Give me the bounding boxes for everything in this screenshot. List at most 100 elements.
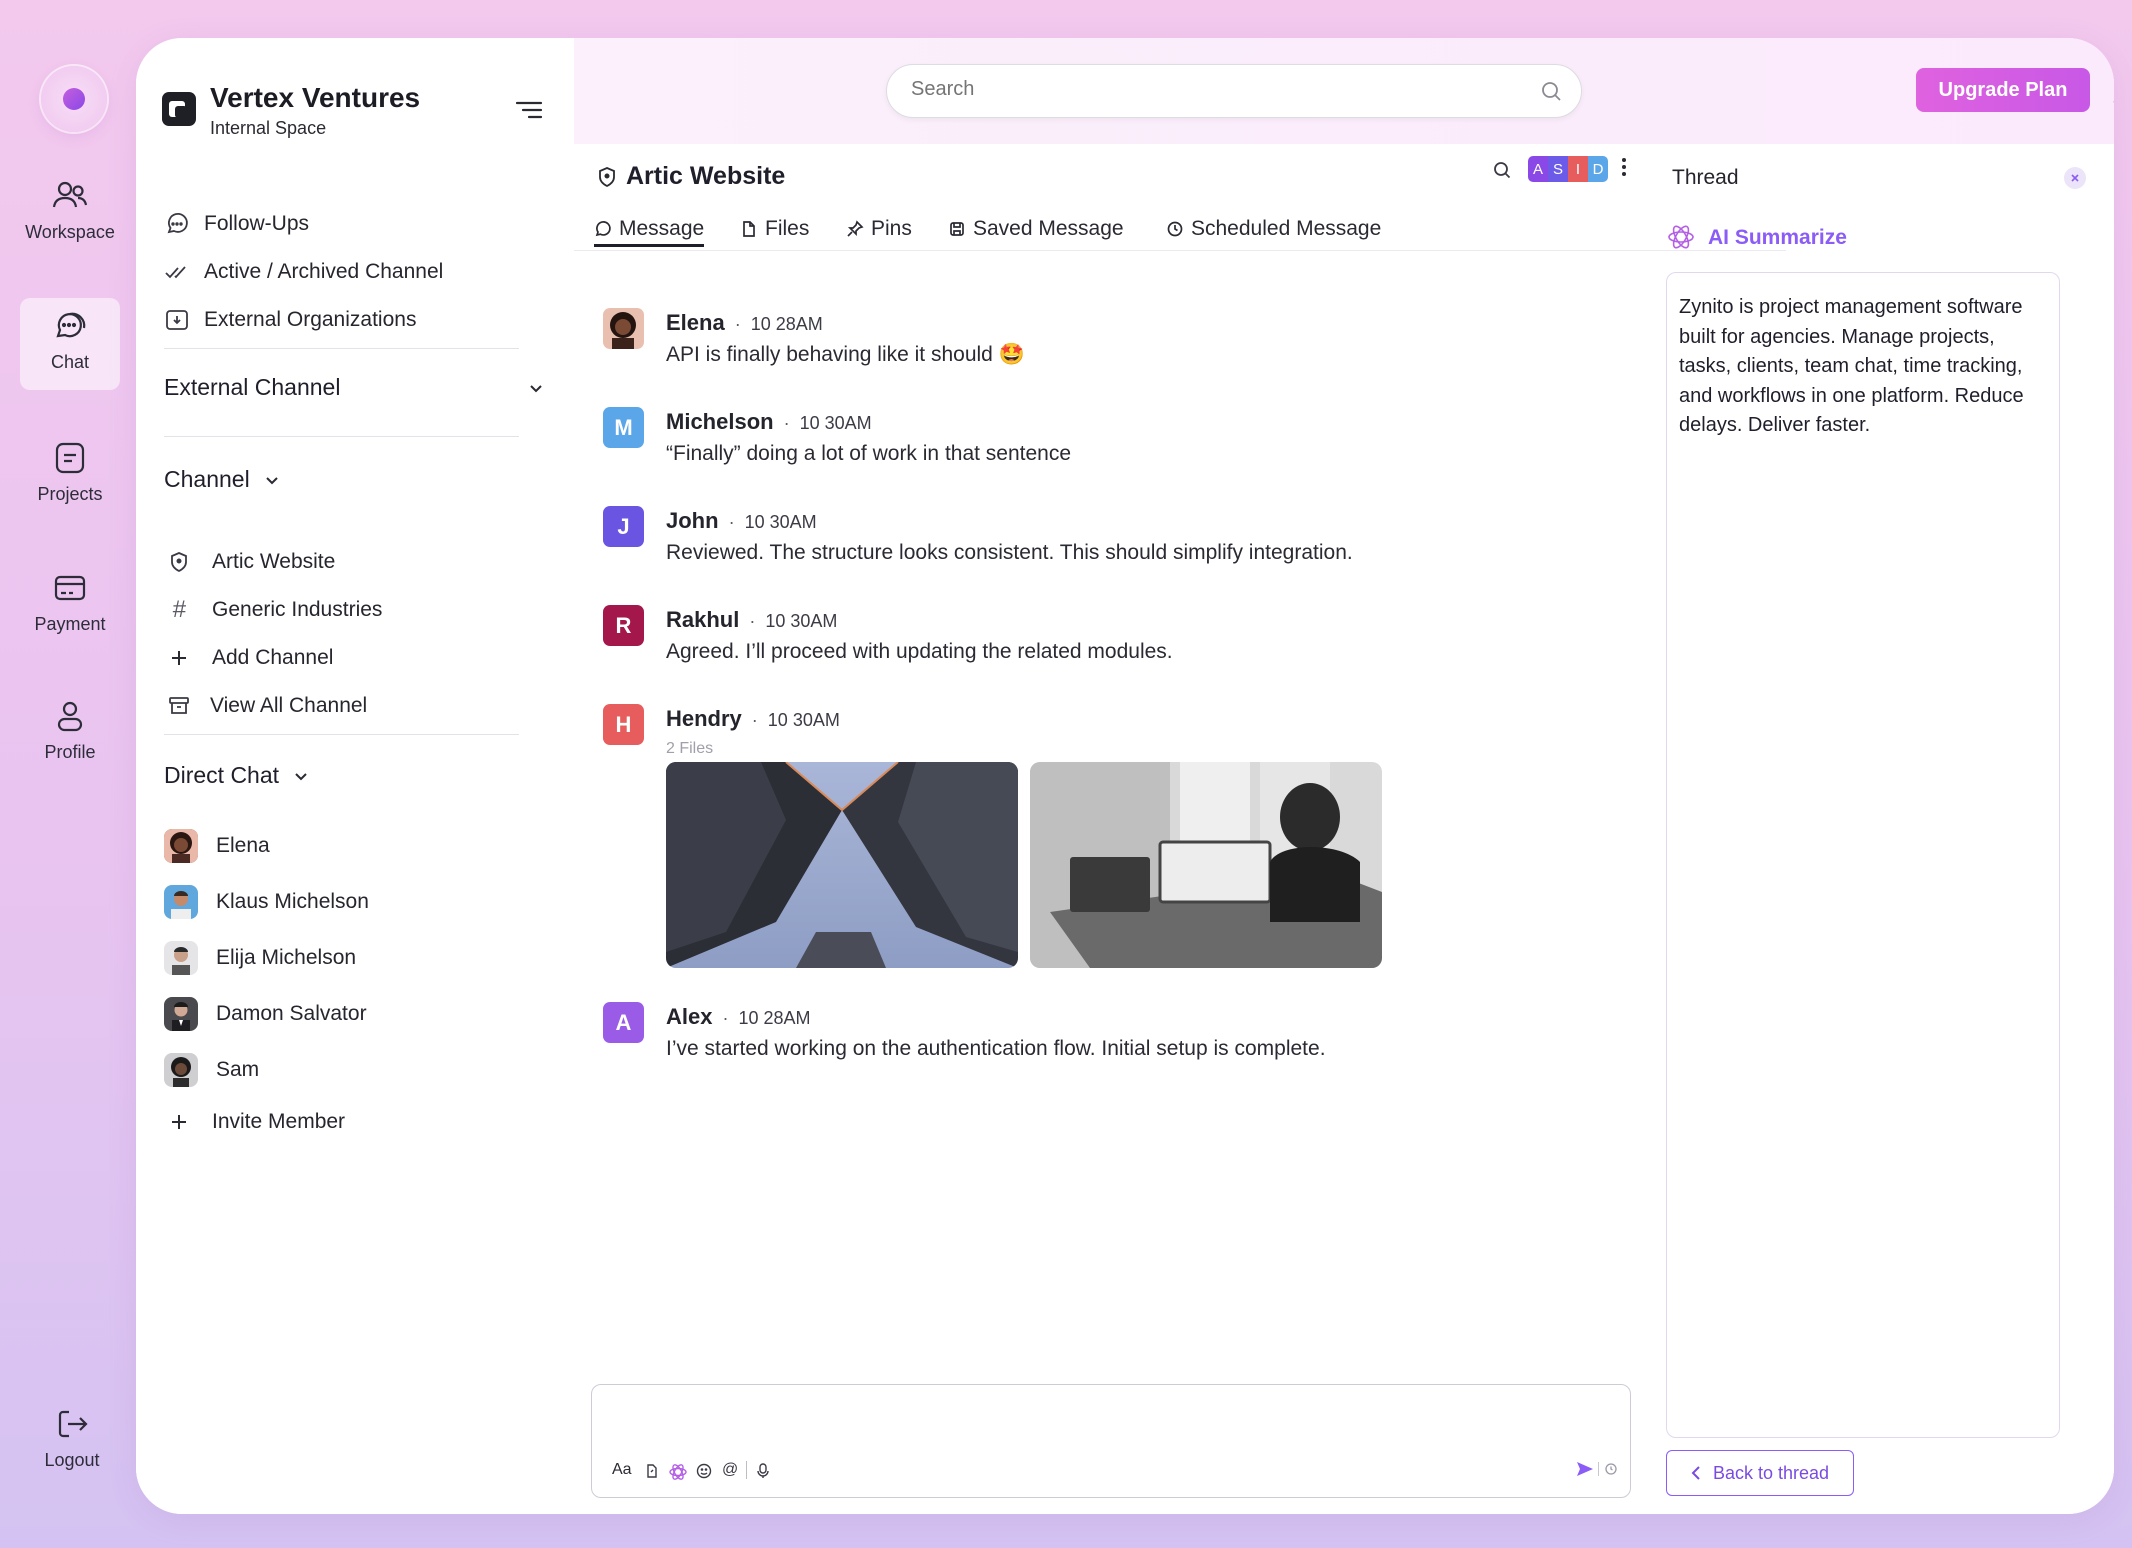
rail-label: Projects <box>37 484 103 504</box>
attachment-image-office[interactable] <box>1030 762 1382 968</box>
divider <box>746 1461 747 1479</box>
dm-damon-salvator[interactable]: Damon Salvator <box>164 994 367 1034</box>
rail-projects[interactable]: Projects <box>20 430 120 522</box>
channel-label: Add Channel <box>212 646 334 669</box>
search-input[interactable] <box>909 77 1513 102</box>
search-icon[interactable] <box>1539 79 1563 103</box>
avatar <box>603 308 644 349</box>
bell-icon[interactable] <box>2110 70 2114 110</box>
dm-klaus-michelson[interactable]: Klaus Michelson <box>164 882 369 922</box>
search-bar[interactable] <box>886 64 1582 118</box>
mention-icon[interactable]: @ <box>722 1461 738 1479</box>
emoji-icon[interactable] <box>696 1463 712 1479</box>
rail-workspace[interactable]: Workspace <box>20 168 120 260</box>
channel-header[interactable]: Channel <box>164 466 282 493</box>
sidebar-item-follow-ups[interactable]: Follow-Ups <box>164 204 309 244</box>
add-channel-button[interactable]: Add Channel <box>166 638 333 678</box>
rail-profile[interactable]: Profile <box>20 688 120 780</box>
chat-icon <box>50 306 90 346</box>
main-card: Vertex Ventures Internal Space Follow-Up… <box>136 38 2114 1514</box>
invite-member-button[interactable]: Invite Member <box>166 1102 345 1142</box>
back-to-thread-button[interactable]: Back to thread <box>1666 1450 1854 1496</box>
channel-generic-industries[interactable]: # Generic Industries <box>166 590 382 630</box>
dm-elena[interactable]: Elena <box>164 826 270 866</box>
microphone-icon[interactable] <box>756 1463 770 1479</box>
avatar <box>164 885 198 919</box>
file-icon <box>740 220 758 238</box>
ai-icon[interactable] <box>668 1462 688 1482</box>
chevron-down-icon <box>262 470 282 490</box>
separator-dot: · <box>749 611 756 631</box>
avatar: H <box>603 704 644 745</box>
rail-payment[interactable]: Payment <box>20 560 120 652</box>
timestamp: 10 28AM <box>750 314 823 334</box>
tab-label: Files <box>765 217 810 240</box>
schedule-icon[interactable] <box>1604 1461 1618 1477</box>
pin-icon <box>846 220 864 238</box>
dm-label: Elena <box>216 834 270 857</box>
rail-chat[interactable]: Chat <box>20 298 120 390</box>
dm-label: Damon Salvator <box>216 1002 367 1025</box>
channel-artic-website[interactable]: Artic Website <box>166 542 335 582</box>
divider <box>164 436 519 437</box>
logout-label: Logout <box>44 1450 100 1470</box>
sidebar-item-active-archived[interactable]: Active / Archived Channel <box>164 252 443 292</box>
view-all-channel-button[interactable]: View All Channel <box>166 686 367 726</box>
rail-label: Profile <box>44 742 96 762</box>
menu-icon[interactable] <box>514 98 544 122</box>
tab-files[interactable]: Files <box>740 214 809 244</box>
tab-message[interactable]: Message <box>594 214 704 244</box>
close-thread-button[interactable] <box>2064 167 2086 189</box>
timestamp: 10 30AM <box>765 611 838 631</box>
direct-chat-header[interactable]: Direct Chat <box>164 762 311 789</box>
attach-icon[interactable] <box>644 1463 660 1479</box>
sender-name: Hendry <box>666 706 742 731</box>
ai-summarize-button[interactable]: AI Summarize <box>1708 226 1847 250</box>
message-text: Reviewed. The structure looks consistent… <box>666 541 1353 564</box>
timestamp: 10 28AM <box>738 1008 811 1028</box>
attachment-image-buildings[interactable] <box>666 762 1018 968</box>
member-initial: D <box>1588 156 1608 182</box>
file-count: 2 Files <box>666 740 714 757</box>
sender-name: Michelson <box>666 409 774 434</box>
app-logo[interactable] <box>41 66 107 132</box>
dm-label: Sam <box>216 1058 260 1081</box>
clock-icon <box>1166 220 1184 238</box>
dm-sam[interactable]: Sam <box>164 1050 259 1090</box>
summary-text: Zynito is project management software bu… <box>1679 296 2024 436</box>
section-title: External Channel <box>164 374 341 400</box>
external-channel-header[interactable]: External Channel <box>164 374 544 401</box>
section-title: Direct Chat <box>164 762 280 788</box>
channel-search-icon[interactable] <box>1491 159 1513 181</box>
logout-button[interactable]: Logout <box>22 1396 122 1488</box>
rail-label: Workspace <box>25 222 115 242</box>
channel-sidebar: Vertex Ventures Internal Space Follow-Up… <box>136 38 575 1514</box>
upgrade-plan-button[interactable]: Upgrade Plan <box>1916 68 2090 112</box>
more-vertical-icon[interactable] <box>1620 156 1628 178</box>
separator-dot: · <box>783 413 790 433</box>
avatar <box>164 997 198 1031</box>
tab-saved-message[interactable]: Saved Message <box>948 214 1124 244</box>
divider <box>1598 1462 1599 1476</box>
member-stack[interactable]: A S I D <box>1528 156 1608 182</box>
separator-dot: · <box>728 512 735 532</box>
avatar <box>164 829 198 863</box>
message-icon <box>594 220 612 238</box>
rail-label: Chat <box>50 352 90 372</box>
member-initial: I <box>1568 156 1588 182</box>
dm-elija-michelson[interactable]: Elija Michelson <box>164 938 356 978</box>
profile-icon <box>50 696 90 736</box>
channel-label: Generic Industries <box>212 598 383 621</box>
message-composer[interactable]: Aa @ <box>591 1384 1631 1498</box>
chat-bubble-icon <box>63 88 85 110</box>
message-text: Agreed. I’ll proceed with updating the r… <box>666 640 1173 663</box>
member-initial: S <box>1548 156 1568 182</box>
tab-pins[interactable]: Pins <box>846 214 912 244</box>
send-icon[interactable] <box>1576 1461 1594 1477</box>
timestamp: 10 30AM <box>799 413 872 433</box>
format-button[interactable]: Aa <box>612 1461 632 1479</box>
tab-scheduled-message[interactable]: Scheduled Message <box>1166 214 1381 244</box>
sidebar-item-external-orgs[interactable]: External Organizations <box>164 300 416 340</box>
avatar <box>164 1053 198 1087</box>
avatar: R <box>603 605 644 646</box>
